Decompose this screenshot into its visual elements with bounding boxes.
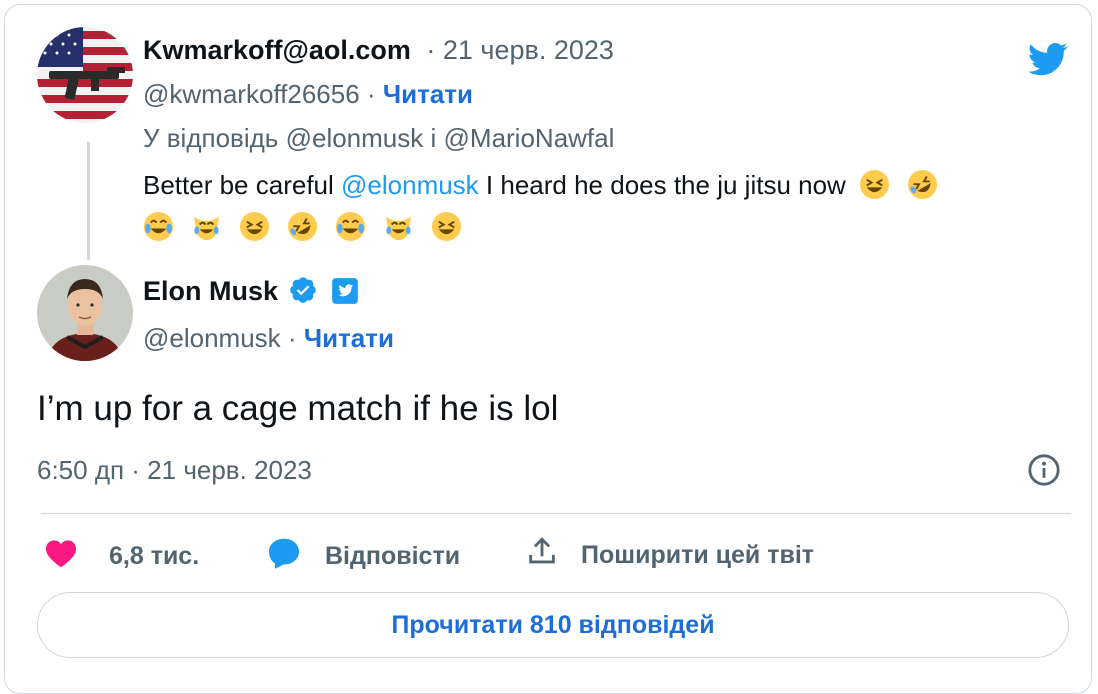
reply-bubble-icon [265,535,325,578]
twitter-bird-icon[interactable] [1023,39,1073,79]
reply-to-and: і [430,123,437,153]
cat-tears-of-joy-emoji [191,211,222,242]
main-tweet-text: I’m up for a cage match if he is lol [37,389,559,428]
tweet-timestamp[interactable]: 6:50 дп · 21 черв. 2023 [37,455,312,486]
avatar-kwmarkoff[interactable] [37,27,133,123]
info-icon[interactable] [1027,453,1061,492]
rolling-laughing-emoji [907,169,938,200]
reply-button[interactable]: Відповісти [265,535,460,578]
tweet-actions-bar: 6,8 тис. Відповісти Поширити цей твіт [5,535,1091,575]
replying-to-label: У відповідь [143,123,279,153]
twitter-verified-icon [331,277,359,310]
reply-text-mention[interactable]: @elonmusk [341,170,479,200]
like-button[interactable]: 6,8 тис. [43,535,199,578]
grinning-squinting-emoji [239,211,270,242]
share-label: Поширити цей твіт [581,541,815,569]
reply-author-name[interactable]: Kwmarkoff@aol.com [143,35,411,65]
tweet-embed-card: Kwmarkoff@aol.com · 21 черв. 2023 @kwmar… [4,4,1092,694]
heart-icon [43,535,101,578]
reply-to-mention-1[interactable]: @elonmusk [286,123,424,153]
reply-date[interactable]: · 21 черв. 2023 [426,35,614,65]
avatar-elonmusk[interactable] [37,265,133,361]
follow-link[interactable]: Читати [383,79,473,109]
share-button[interactable]: Поширити цей твіт [525,535,814,576]
read-replies-button[interactable]: Прочитати 810 відповідей [37,592,1069,658]
tears-of-joy-emoji [143,211,174,242]
reply-text-after: I heard he does the ju jitsu now [485,170,846,200]
separator-dot: · [287,323,297,353]
divider [41,513,1071,514]
reply-emoji-row [143,211,479,242]
reply-text-before: Better be careful [143,170,334,200]
reply-handle-row: @kwmarkoff26656 · Читати [143,79,473,110]
thread-connector-line [87,142,90,260]
replying-to-line: У відповідь @elonmusk і @MarioNawfal [143,123,614,154]
reply-label: Відповісти [325,542,461,570]
read-replies-label: Прочитати 810 відповідей [391,610,715,639]
reply-to-mention-2[interactable]: @MarioNawfal [444,123,615,153]
grinning-squinting-emoji [431,211,462,242]
share-icon [525,535,581,576]
separator-dot: · [366,79,376,109]
like-count: 6,8 тис. [109,542,200,570]
cat-tears-of-joy-emoji [383,211,414,242]
main-tweet-header: Elon Musk [143,275,359,310]
main-handle-row: @elonmusk · Читати [143,323,394,354]
reply-tweet-header: Kwmarkoff@aol.com · 21 черв. 2023 [143,35,614,66]
rolling-laughing-emoji [287,211,318,242]
reply-author-handle[interactable]: @kwmarkoff26656 [143,79,360,109]
main-author-handle[interactable]: @elonmusk [143,323,281,353]
reply-tweet-text: Better be careful @elonmusk I heard he d… [143,169,955,201]
tears-of-joy-emoji [335,211,366,242]
follow-link[interactable]: Читати [304,323,394,353]
verified-badge-icon [288,275,318,310]
grinning-squinting-emoji [859,169,890,200]
main-author-name[interactable]: Elon Musk [143,276,278,306]
